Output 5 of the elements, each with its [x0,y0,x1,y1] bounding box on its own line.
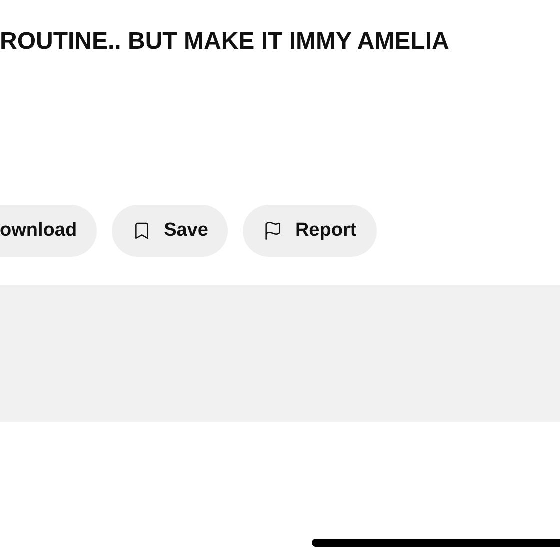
save-button[interactable]: Save [112,205,228,257]
post-title: ROUTINE.. BUT MAKE IT IMMY AMELIA [0,27,450,57]
flag-icon [263,221,284,241]
download-button[interactable]: ownload [0,205,98,257]
report-button[interactable]: Report [243,205,377,257]
